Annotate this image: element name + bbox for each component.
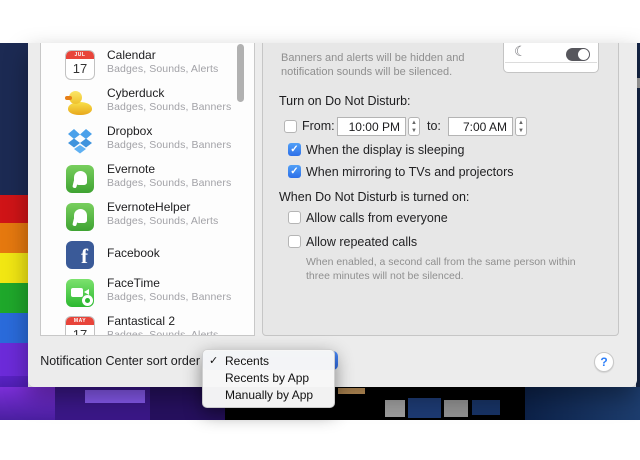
wallpaper-bit [472,400,500,415]
app-subtitle: Badges, Sounds, Banners [107,139,232,151]
from-time-stepper[interactable]: ▲ ▼ [408,117,420,136]
mirroring-checkbox[interactable]: ✓ [288,165,301,178]
moon-icon: ☾ [514,43,527,59]
screenshot-canvas: JUL 17 Calendar Badges, Sounds, Alerts Cy… [0,0,640,460]
app-name: Cyberduck [107,86,165,100]
duck-icon [65,88,95,118]
allow-calls-checkbox[interactable] [288,211,301,224]
turn-on-dnd-label: Turn on Do Not Disturb: [279,94,411,108]
evernote-icon [65,202,95,232]
dnd-toggle[interactable] [566,48,590,61]
calendar-month: JUL [66,51,94,59]
app-row-calendar[interactable]: JUL 17 Calendar Badges, Sounds, Alerts [41,46,254,84]
menu-item-manually-by-app[interactable]: Manually by App [203,387,334,404]
app-subtitle: Badges, Sounds, Banners [107,177,232,189]
wallpaper-bit [444,400,468,417]
wallpaper-bit [0,387,55,420]
schedule-checkbox[interactable] [284,120,297,133]
card-divider [505,62,597,63]
app-subtitle: Badges, Sounds, Alerts [107,63,219,75]
app-name: EvernoteHelper [107,200,191,214]
sidebar-scrollbar[interactable] [237,44,244,102]
app-row-evernote[interactable]: Evernote Badges, Sounds, Banners [41,160,254,198]
wallpaper-bit [408,398,441,418]
facetime-icon [65,278,95,308]
wallpaper-band-blue [0,313,28,343]
to-label: to: [427,119,441,133]
stepper-up-icon[interactable]: ▲ [411,120,417,126]
dnd-preview-card: ☾ [503,43,599,73]
repeated-calls-checkbox[interactable] [288,235,301,248]
toggle-knob [578,49,589,60]
stepper-down-icon[interactable]: ▼ [411,128,417,134]
app-name: Calendar [107,48,156,62]
calendar-day: 17 [72,327,88,336]
repeated-calls-label: Allow repeated calls [306,235,418,249]
app-subtitle: Badges, Sounds, Alerts [107,329,219,336]
dropbox-icon [65,126,95,156]
app-row-cyberduck[interactable]: Cyberduck Badges, Sounds, Banners [41,84,254,122]
allow-calls-label: Allow calls from everyone [306,211,448,225]
menu-item-recents-by-app[interactable]: Recents by App [203,370,334,387]
wallpaper-band-red [0,195,28,223]
app-name: Fantastical 2 [107,314,176,328]
dnd-description: Banners and alerts will be hidden and no… [281,52,465,78]
wallpaper-band-purple [0,343,28,376]
help-button[interactable]: ? [594,352,614,372]
check-icon: ✓ [209,355,219,367]
app-row-evernotehelper[interactable]: EvernoteHelper Badges, Sounds, Alerts [41,198,254,236]
app-subtitle: Badges, Sounds, Banners [107,291,232,303]
wallpaper-bit [338,388,365,394]
sort-order-menu: ✓ Recents Recents by App Manually by App [202,349,335,408]
display-sleeping-checkbox[interactable]: ✓ [288,143,301,156]
wallpaper-band-navy [0,43,28,195]
calendar-icon: MAY 17 [65,316,95,336]
stepper-up-icon[interactable]: ▲ [518,120,524,126]
wallpaper-band-green [0,283,28,313]
from-time-field[interactable]: 10:00 PM [337,117,406,136]
to-time-stepper[interactable]: ▲ ▼ [515,117,527,136]
evernote-icon [65,164,95,194]
app-name: FaceTime [107,276,160,290]
app-subtitle: Badges, Sounds, Banners [107,101,232,113]
display-sleeping-label: When the display is sleeping [306,143,465,157]
app-row-fantastical[interactable]: MAY 17 Fantastical 2 Badges, Sounds, Aler… [41,312,254,336]
clipped-text: Center [281,43,314,47]
calendar-day: 17 [72,61,88,76]
from-label: From: [302,119,335,133]
repeated-calls-fine-print: When enabled, a second call from the sam… [306,256,576,282]
wallpaper-bit [385,400,405,417]
app-name: Dropbox [107,124,153,138]
app-row-dropbox[interactable]: Dropbox Badges, Sounds, Banners [41,122,254,160]
facebook-icon: f [65,240,95,270]
notifications-app-list: JUL 17 Calendar Badges, Sounds, Alerts Cy… [40,43,255,336]
when-dnd-on-label: When Do Not Disturb is turned on: [279,190,470,204]
app-name: Evernote [107,162,156,176]
mirroring-label: When mirroring to TVs and projectors [306,165,514,179]
system-preferences-notifications-window: JUL 17 Calendar Badges, Sounds, Alerts Cy… [28,43,637,387]
to-time-field[interactable]: 7:00 AM [448,117,513,136]
do-not-disturb-panel: Center Banners and alerts will be hidden… [262,43,619,336]
menu-item-recents[interactable]: ✓ Recents [203,353,334,370]
stepper-down-icon[interactable]: ▼ [518,128,524,134]
app-name: Facebook [107,246,160,260]
app-row-facetime[interactable]: FaceTime Badges, Sounds, Banners [41,274,254,312]
calendar-icon: JUL 17 [65,50,95,80]
calendar-month: MAY [66,317,94,325]
app-subtitle: Badges, Sounds, Alerts [107,215,219,227]
wallpaper-bit [85,390,145,403]
sort-order-label: Notification Center sort order [40,354,200,368]
wallpaper-bit [525,387,640,420]
wallpaper-band-orange [0,223,28,253]
wallpaper-band-yellow [0,253,28,283]
app-row-facebook[interactable]: f Facebook [41,236,254,274]
